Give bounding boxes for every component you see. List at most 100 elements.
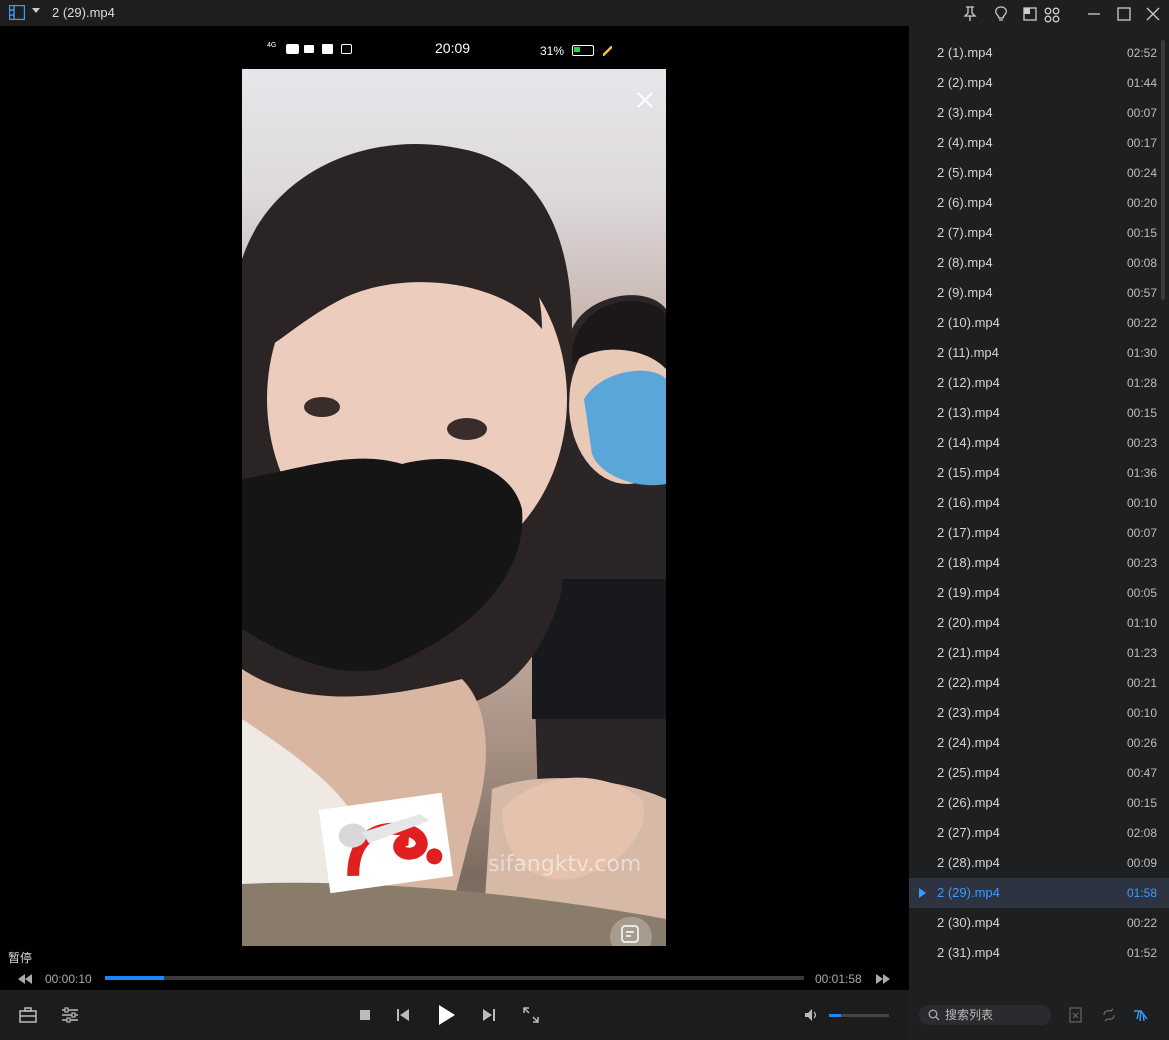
playlist-item[interactable]: 2 (22).mp4 00:21 <box>909 668 1169 698</box>
pin-icon[interactable] <box>963 6 977 22</box>
playlist-item[interactable]: 2 (12).mp4 01:28 <box>909 368 1169 398</box>
close-icon[interactable] <box>1146 7 1160 21</box>
video-stage[interactable]: 4G 20:09 31% sifangktv.com <box>0 26 909 964</box>
playlist-item-duration: 00:08 <box>1126 256 1157 270</box>
playlist-item[interactable]: 2 (5).mp4 00:24 <box>909 158 1169 188</box>
video-content-image <box>242 143 666 946</box>
battery-text: 31% <box>540 44 565 58</box>
playlist-item-name: 2 (28).mp4 <box>937 855 1000 870</box>
media-icon <box>341 44 352 54</box>
next-icon[interactable] <box>482 1008 496 1022</box>
playlist-item[interactable]: 2 (13).mp4 00:15 <box>909 398 1169 428</box>
playlist-item-name: 2 (4).mp4 <box>937 135 993 150</box>
settings-sliders-icon[interactable] <box>61 1007 79 1023</box>
playlist-item-duration: 00:47 <box>1126 766 1157 780</box>
playlist-item-duration: 01:23 <box>1126 646 1157 660</box>
playlist-item[interactable]: 2 (9).mp4 00:57 <box>909 278 1169 308</box>
maximize-icon[interactable] <box>1117 7 1131 21</box>
playlist-item[interactable]: 2 (17).mp4 00:07 <box>909 518 1169 548</box>
playlist-search[interactable]: 搜索列表 <box>919 1005 1051 1025</box>
playlist-item[interactable]: 2 (19).mp4 00:05 <box>909 578 1169 608</box>
playlist-item-name: 2 (3).mp4 <box>937 105 993 120</box>
fullscreen-icon[interactable] <box>523 1007 539 1023</box>
battery-icon <box>572 45 595 57</box>
control-bar <box>0 990 909 1040</box>
playlist-item-name: 2 (18).mp4 <box>937 555 1000 570</box>
sidebar-footer: 搜索列表 <box>909 990 1169 1040</box>
playlist-item[interactable]: 2 (25).mp4 00:47 <box>909 758 1169 788</box>
playlist-scrollbar[interactable] <box>1161 40 1165 300</box>
playlist-item-name: 2 (16).mp4 <box>937 495 1000 510</box>
loop-icon[interactable] <box>1101 1007 1117 1023</box>
volume-slider[interactable] <box>829 1014 889 1017</box>
mini-mode-icon[interactable] <box>1023 7 1037 21</box>
playlist-item[interactable]: 2 (8).mp4 00:08 <box>909 248 1169 278</box>
playlist-item[interactable]: 2 (27).mp4 02:08 <box>909 818 1169 848</box>
playlist-item[interactable]: 2 (4).mp4 00:17 <box>909 128 1169 158</box>
playlist-item-name: 2 (12).mp4 <box>937 375 1000 390</box>
dropdown-caret-icon[interactable] <box>32 8 40 13</box>
playlist-item-duration: 01:28 <box>1126 376 1157 390</box>
playlist-item[interactable]: 2 (11).mp4 01:30 <box>909 338 1169 368</box>
playlist-item[interactable]: 2 (10).mp4 00:22 <box>909 308 1169 338</box>
playlist-item[interactable]: 2 (1).mp4 02:52 <box>909 38 1169 68</box>
playlist-item-name: 2 (13).mp4 <box>937 405 1000 420</box>
minimize-icon[interactable] <box>1087 7 1101 21</box>
playlist-item[interactable]: 2 (2).mp4 01:44 <box>909 68 1169 98</box>
playlist-item-duration: 00:57 <box>1126 286 1157 300</box>
seek-bar[interactable] <box>105 976 804 980</box>
playlist-item-duration: 02:08 <box>1126 826 1157 840</box>
apps-icon[interactable] <box>1044 7 1060 23</box>
remove-item-icon[interactable] <box>1069 1007 1083 1023</box>
playlist-item-duration: 01:36 <box>1126 466 1157 480</box>
playlist-item[interactable]: 2 (29).mp4 01:58 <box>909 878 1169 908</box>
playlist-item-name: 2 (25).mp4 <box>937 765 1000 780</box>
playlist-menu-icon[interactable] <box>9 5 25 20</box>
playlist-item-name: 2 (26).mp4 <box>937 795 1000 810</box>
fast-forward-icon[interactable] <box>875 973 891 985</box>
current-time: 00:00:10 <box>45 972 92 986</box>
rewind-icon[interactable] <box>17 973 33 985</box>
playlist-item[interactable]: 2 (7).mp4 00:15 <box>909 218 1169 248</box>
total-time: 00:01:58 <box>815 972 862 986</box>
video-frame[interactable]: sifangktv.com <box>242 69 666 946</box>
video-call-icon <box>304 45 314 53</box>
playlist-item-duration: 01:58 <box>1126 886 1157 900</box>
playlist-item[interactable]: 2 (26).mp4 00:15 <box>909 788 1169 818</box>
play-icon[interactable] <box>438 1004 456 1026</box>
volume-slider-fill <box>829 1014 841 1017</box>
playlist-item[interactable]: 2 (16).mp4 00:10 <box>909 488 1169 518</box>
playlist-item-duration: 02:52 <box>1126 46 1157 60</box>
playlist-item-name: 2 (21).mp4 <box>937 645 1000 660</box>
volume-icon[interactable] <box>804 1008 818 1022</box>
playlist-item[interactable]: 2 (23).mp4 00:10 <box>909 698 1169 728</box>
playlist-item[interactable]: 2 (31).mp4 01:52 <box>909 938 1169 968</box>
playlist-item-duration: 00:23 <box>1126 436 1157 450</box>
sticker-image <box>318 792 454 894</box>
playlist-item[interactable]: 2 (18).mp4 00:23 <box>909 548 1169 578</box>
previous-icon[interactable] <box>396 1008 410 1022</box>
playlist-item[interactable]: 2 (15).mp4 01:36 <box>909 458 1169 488</box>
playlist-item[interactable]: 2 (14).mp4 00:23 <box>909 428 1169 458</box>
sidebar-window-controls <box>909 0 1169 30</box>
playlist-item[interactable]: 2 (3).mp4 00:07 <box>909 98 1169 128</box>
playlist-item[interactable]: 2 (30).mp4 00:22 <box>909 908 1169 938</box>
open-file-icon[interactable] <box>19 1007 37 1023</box>
phone-time: 20:09 <box>435 40 471 56</box>
playlist-sidebar: 2 (1).mp4 02:52 2 (2).mp4 01:44 2 (3).mp4 00:… <box>909 0 1169 1040</box>
playlist-item-duration: 00:09 <box>1126 856 1157 870</box>
playlist-item[interactable]: 2 (21).mp4 01:23 <box>909 638 1169 668</box>
network-label: 4G <box>267 42 277 49</box>
playlist-item-name: 2 (20).mp4 <box>937 615 1000 630</box>
broom-icon[interactable] <box>1133 1007 1149 1023</box>
stop-icon[interactable] <box>360 1010 370 1020</box>
playlist-item[interactable]: 2 (6).mp4 00:20 <box>909 188 1169 218</box>
playlist-item[interactable]: 2 (20).mp4 01:10 <box>909 608 1169 638</box>
playlist-item-name: 2 (11).mp4 <box>937 345 999 360</box>
floating-share-icon[interactable] <box>610 917 652 946</box>
playlist-item-duration: 00:10 <box>1126 496 1157 510</box>
close-overlay-icon[interactable] <box>636 91 654 109</box>
playlist-item[interactable]: 2 (28).mp4 00:09 <box>909 848 1169 878</box>
lightbulb-icon[interactable] <box>994 6 1008 22</box>
playlist-item[interactable]: 2 (24).mp4 00:26 <box>909 728 1169 758</box>
